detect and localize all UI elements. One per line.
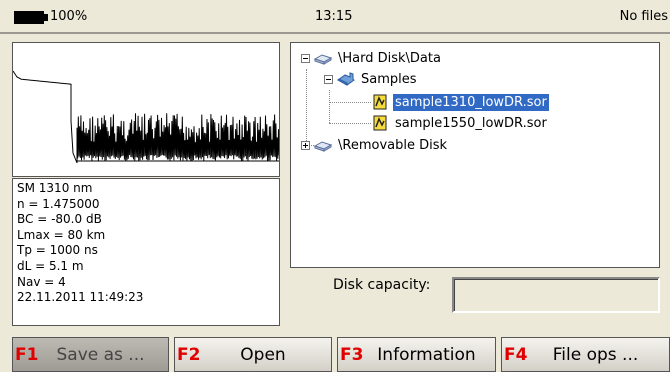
tree-label-removable-disk: \Removable Disk [338, 137, 448, 153]
trace-plot [13, 70, 279, 164]
dl-text: dL = 5.1 m [17, 258, 84, 273]
tree-label-samples: Samples [361, 71, 417, 87]
f2-open-button[interactable]: F2 Open [174, 337, 332, 372]
battery-percent: 100% [50, 9, 88, 24]
disk-capacity-field [452, 277, 660, 313]
expand-minus-icon[interactable] [324, 74, 333, 84]
f1-key-label: F1 [15, 344, 39, 365]
tree-connector [329, 123, 371, 124]
tree-node-samples[interactable]: Samples [324, 69, 419, 89]
nav-text: Nav = 4 [17, 274, 66, 289]
tp-text: Tp = 1000 ns [17, 243, 98, 258]
f3-key-label: F3 [340, 344, 364, 365]
expand-minus-icon[interactable] [301, 53, 310, 63]
file-tree[interactable]: \Hard Disk\Data Samples sample1310_lowDR… [290, 42, 660, 268]
battery-icon [14, 11, 48, 24]
expand-plus-icon[interactable] [301, 140, 310, 150]
tree-connector [329, 90, 330, 123]
folder-icon [337, 72, 355, 86]
sor-file-icon [373, 115, 387, 131]
tree-node-file-2[interactable]: sample1550_lowDR.sor [371, 113, 549, 133]
trace-info-panel: SM 1310 nm n = 1.475000 BC = -80.0 dB Lm… [12, 178, 280, 326]
tree-node-hard-disk[interactable]: \Hard Disk\Data [301, 48, 443, 68]
f4-key-label: F4 [504, 344, 528, 365]
tree-label-file-1: sample1310_lowDR.sor [393, 93, 549, 111]
sor-file-icon [373, 94, 387, 110]
tree-connector [329, 102, 371, 103]
f4-file-ops-button[interactable]: F4 File ops ... [501, 337, 670, 372]
f1-save-as-button[interactable]: F1 Save as ... [12, 337, 169, 372]
function-key-bar: F1 Save as ... F2 Open F3 Information F4… [0, 337, 670, 372]
status-bar: 100% 13:15 No files [0, 0, 670, 34]
wavelength-text: SM 1310 nm [17, 181, 93, 195]
timestamp-text: 22.11.2011 11:49:23 [17, 290, 144, 305]
clock: 13:15 [315, 9, 353, 24]
tree-connector [306, 69, 307, 145]
trace-line [13, 70, 279, 164]
files-status: No files [619, 9, 668, 24]
f1-text: Save as ... [56, 344, 145, 365]
f3-information-button[interactable]: F3 Information [337, 337, 496, 372]
tree-label-hard-disk: \Hard Disk\Data [338, 50, 441, 66]
tree-node-file-1[interactable]: sample1310_lowDR.sor [371, 92, 549, 112]
index-text: n = 1.475000 [17, 196, 100, 211]
tree-label-file-2: sample1550_lowDR.sor [395, 115, 547, 131]
f2-key-label: F2 [177, 344, 201, 365]
f2-text: Open [240, 344, 286, 365]
tree-node-removable-disk[interactable]: \Removable Disk [301, 135, 449, 155]
f3-text: Information [377, 344, 476, 365]
trace-preview [12, 42, 280, 177]
drive-icon [314, 141, 332, 152]
disk-capacity-label: Disk capacity: [333, 277, 431, 293]
lmax-text: Lmax = 80 km [17, 227, 106, 242]
f4-text: File ops ... [552, 344, 639, 365]
bc-text: BC = -80.0 dB [17, 212, 102, 227]
drive-icon [314, 54, 332, 65]
